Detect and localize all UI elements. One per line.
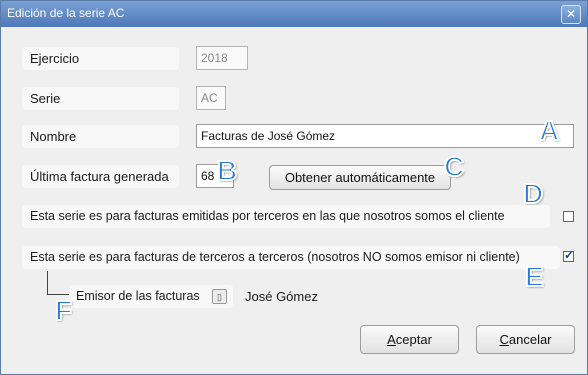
annotation-marker-c: C [443,150,465,183]
ejercicio-field: 2018 [196,46,248,70]
nombre-input[interactable]: Facturas de José Gómez [196,124,574,148]
close-button[interactable]: ✕ [561,5,581,24]
serie-field: AC [196,86,226,110]
tree-connector [47,271,70,295]
emisor-value: José Gómez [245,289,318,304]
ejercicio-label: Ejercicio [22,47,179,70]
terceros-cliente-label: Esta serie es para facturas emitidas por… [22,205,550,228]
cancel-button[interactable]: Cancelar [476,325,575,354]
annotation-marker-b: B [216,154,238,187]
annotation-marker-a: A [538,114,560,147]
window-title: Edición de la serie AC [7,6,125,20]
accept-button[interactable]: Aceptar [360,325,459,354]
obtener-automaticamente-button[interactable]: Obtener automáticamente [269,165,451,190]
close-icon: ✕ [565,7,577,21]
serie-label: Serie [22,87,179,110]
terceros-cliente-checkbox[interactable] [563,211,574,222]
emisor-label: Emisor de las facturas [69,285,233,308]
dialog-body: Ejercicio 2018 Serie AC Nombre Facturas … [1,27,587,374]
lookup-icon[interactable]: ▯ [212,289,227,304]
terceros-terceros-checkbox[interactable] [563,248,574,262]
dialog-window: Edición de la serie AC ✕ Ejercicio 2018 … [0,0,588,375]
ultima-factura-label: Última factura generada [22,165,179,188]
terceros-terceros-label: Esta serie es para facturas de terceros … [22,246,560,269]
emisor-label-text: Emisor de las facturas [76,289,200,303]
nombre-label: Nombre [22,125,179,148]
title-bar[interactable]: Edición de la serie AC ✕ [1,1,587,27]
annotation-marker-f: F [54,294,73,327]
annotation-marker-e: E [524,260,545,293]
